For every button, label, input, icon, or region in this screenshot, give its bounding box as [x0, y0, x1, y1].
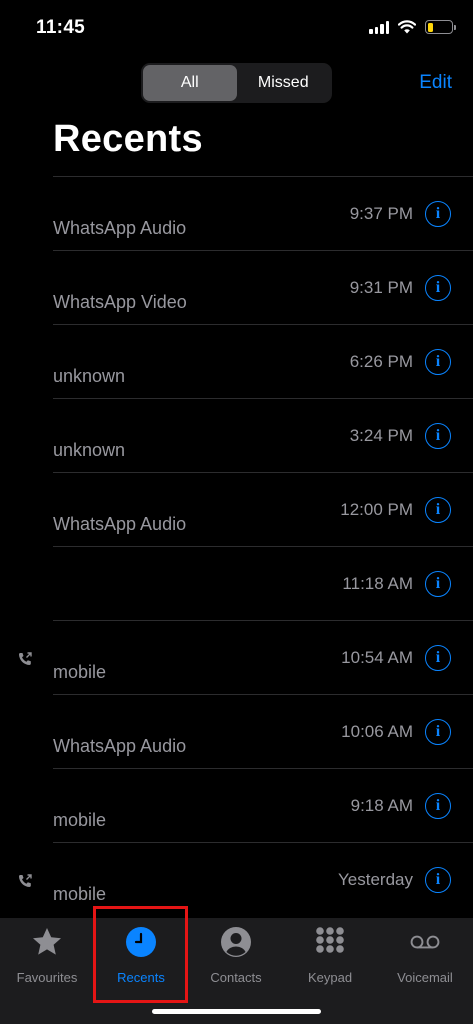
status-bar: 11:45	[0, 0, 473, 58]
recents-list: WhatsApp Audio 9:37 PM i WhatsApp Video 9:31…	[0, 176, 473, 916]
tab-label: Contacts	[210, 970, 262, 985]
row-divider	[53, 546, 473, 547]
info-icon[interactable]: i	[425, 349, 451, 375]
status-time: 11:45	[36, 17, 86, 38]
call-type-label: unknown	[53, 366, 126, 386]
info-icon[interactable]: i	[425, 497, 451, 523]
info-icon[interactable]: i	[425, 867, 451, 893]
call-time: 9:37 PM	[349, 204, 413, 223]
call-time: 12:00 PM	[340, 500, 413, 519]
row-divider	[53, 620, 473, 621]
tab-label: Voicemail	[397, 970, 453, 985]
tab-favourites[interactable]: Favourites	[0, 926, 94, 988]
info-icon[interactable]: i	[425, 645, 451, 671]
status-icons	[369, 20, 456, 34]
call-type-label: WhatsApp Audio	[53, 514, 187, 534]
caller-name	[53, 782, 253, 804]
caller-name	[53, 338, 253, 360]
row-divider	[53, 472, 473, 473]
row-divider	[53, 324, 473, 325]
call-time: 3:24 PM	[349, 426, 413, 445]
call-type-label: unknown	[53, 440, 126, 460]
call-row[interactable]: WhatsApp Video 9:31 PM i	[0, 250, 473, 324]
call-row[interactable]: WhatsApp Audio 12:00 PM i	[0, 472, 473, 546]
voicemail-icon	[409, 926, 441, 958]
call-type-label: WhatsApp Video	[53, 292, 187, 312]
info-icon[interactable]: i	[425, 571, 451, 597]
tab-keypad[interactable]: Keypad	[283, 926, 377, 988]
call-time: 11:18 AM	[342, 574, 413, 593]
caller-name	[53, 634, 253, 656]
caller-name	[53, 264, 253, 286]
call-time: 9:18 AM	[350, 796, 413, 815]
info-icon[interactable]: i	[425, 423, 451, 449]
tab-label: Favourites	[16, 970, 78, 985]
info-icon[interactable]: i	[425, 719, 451, 745]
battery-icon	[425, 20, 456, 34]
person-icon	[220, 926, 252, 958]
caller-name	[53, 486, 253, 508]
caller-name	[53, 190, 253, 212]
call-time: 10:06 AM	[341, 722, 413, 741]
home-indicator[interactable]	[152, 1009, 321, 1014]
wifi-icon	[398, 20, 416, 34]
row-divider	[53, 842, 473, 843]
call-row[interactable]: mobile 9:18 AM i	[0, 768, 473, 842]
caller-name	[53, 412, 253, 434]
recents-tab-highlight-box	[93, 906, 188, 1003]
row-divider	[53, 694, 473, 695]
call-type-label: mobile	[53, 662, 107, 682]
row-divider	[53, 250, 473, 251]
tab-label: Keypad	[307, 970, 353, 985]
call-time: Yesterday	[338, 870, 413, 889]
info-icon[interactable]: i	[425, 275, 451, 301]
call-row[interactable]: mobile Yesterday i	[0, 842, 473, 916]
caller-name	[53, 856, 253, 878]
row-divider	[53, 398, 473, 399]
tab-contacts[interactable]: Contacts	[189, 926, 283, 988]
call-type-label: WhatsApp Audio	[53, 218, 187, 238]
info-icon[interactable]: i	[425, 793, 451, 819]
tab-voicemail[interactable]: Voicemail	[378, 926, 472, 988]
caller-name	[53, 560, 253, 582]
call-time: 6:26 PM	[349, 352, 413, 371]
call-row[interactable]: unknown 3:24 PM i	[0, 398, 473, 472]
call-row[interactable]: 11:18 AM i	[0, 546, 473, 620]
call-row[interactable]: WhatsApp Audio 9:37 PM i	[0, 176, 473, 250]
keypad-icon	[314, 926, 346, 958]
call-type-label: mobile	[53, 884, 107, 904]
calls-filter-segmented-control: All Missed	[141, 63, 332, 103]
call-type-label: mobile	[53, 810, 107, 830]
info-icon[interactable]: i	[425, 201, 451, 227]
edit-button[interactable]: Edit	[419, 72, 452, 94]
row-divider	[53, 176, 473, 177]
call-time: 9:31 PM	[349, 278, 413, 297]
call-row[interactable]: mobile 10:54 AM i	[0, 620, 473, 694]
caller-name	[53, 708, 253, 730]
segment-all[interactable]: All	[143, 65, 237, 101]
call-row[interactable]: WhatsApp Audio 10:06 AM i	[0, 694, 473, 768]
cellular-signal-icon	[369, 20, 389, 34]
row-divider	[53, 768, 473, 769]
page-title: Recents	[53, 118, 203, 160]
segment-missed[interactable]: Missed	[237, 65, 331, 101]
outgoing-call-icon	[19, 652, 32, 665]
call-row[interactable]: unknown 6:26 PM i	[0, 324, 473, 398]
outgoing-call-icon	[19, 874, 32, 887]
star-icon	[31, 926, 63, 958]
call-time: 10:54 AM	[341, 648, 413, 667]
call-type-label: WhatsApp Audio	[53, 736, 187, 756]
